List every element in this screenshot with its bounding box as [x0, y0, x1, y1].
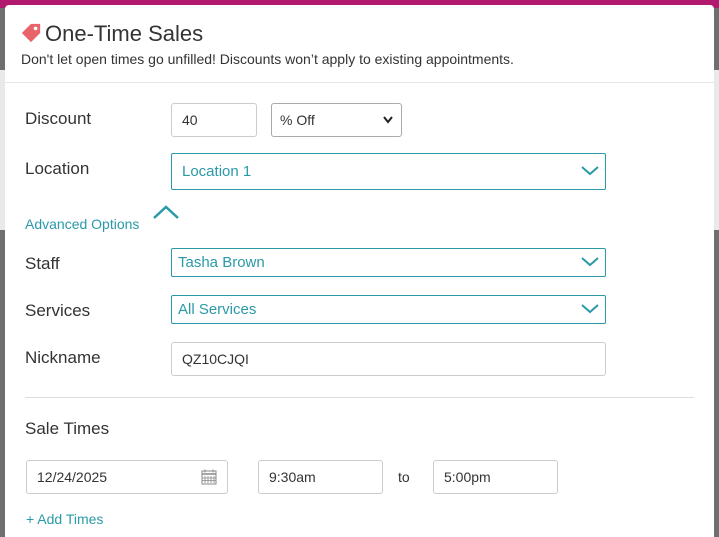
chevron-up-icon[interactable]: [153, 205, 179, 219]
one-time-sales-modal: One-Time Sales Don't let open times go u…: [5, 5, 714, 537]
discount-type-value: % Off: [280, 112, 315, 128]
section-divider: [25, 397, 694, 398]
discount-label: Discount: [25, 109, 92, 128]
discount-amount-input[interactable]: 40: [171, 103, 257, 137]
staff-label: Staff: [25, 254, 60, 273]
to-label: to: [398, 469, 410, 485]
discount-type-select[interactable]: % Off: [271, 103, 402, 137]
sale-date-input[interactable]: 12/24/2025: [26, 460, 228, 494]
chevron-down-icon: [581, 165, 599, 175]
sale-date-value: 12/24/2025: [37, 469, 108, 485]
location-select[interactable]: Location 1: [171, 153, 606, 190]
calendar-icon[interactable]: [201, 469, 217, 485]
modal-subtitle: Don't let open times go unfilled! Discou…: [21, 51, 514, 67]
staff-value: Tasha Brown: [178, 254, 265, 271]
end-time-input[interactable]: 5:00pm: [433, 460, 558, 494]
chevron-down-icon: [581, 303, 599, 313]
nickname-input[interactable]: QZ10CJQI: [171, 342, 606, 376]
nickname-label: Nickname: [25, 348, 101, 367]
services-label: Services: [25, 301, 91, 320]
location-value: Location 1: [182, 163, 252, 180]
services-value: All Services: [178, 301, 257, 318]
staff-select[interactable]: Tasha Brown: [171, 248, 606, 277]
start-time-input[interactable]: 9:30am: [258, 460, 383, 494]
modal-header: One-Time Sales Don't let open times go u…: [5, 5, 714, 83]
modal-title: One-Time Sales: [45, 21, 204, 46]
add-times-link[interactable]: + Add Times: [26, 511, 103, 527]
services-select[interactable]: All Services: [171, 295, 606, 324]
sale-times-heading: Sale Times: [25, 419, 110, 438]
chevron-down-icon: [383, 116, 393, 124]
tag-icon: [21, 23, 41, 43]
advanced-options-link[interactable]: Advanced Options: [25, 216, 139, 232]
chevron-down-icon: [581, 256, 599, 266]
location-label: Location: [25, 159, 90, 178]
